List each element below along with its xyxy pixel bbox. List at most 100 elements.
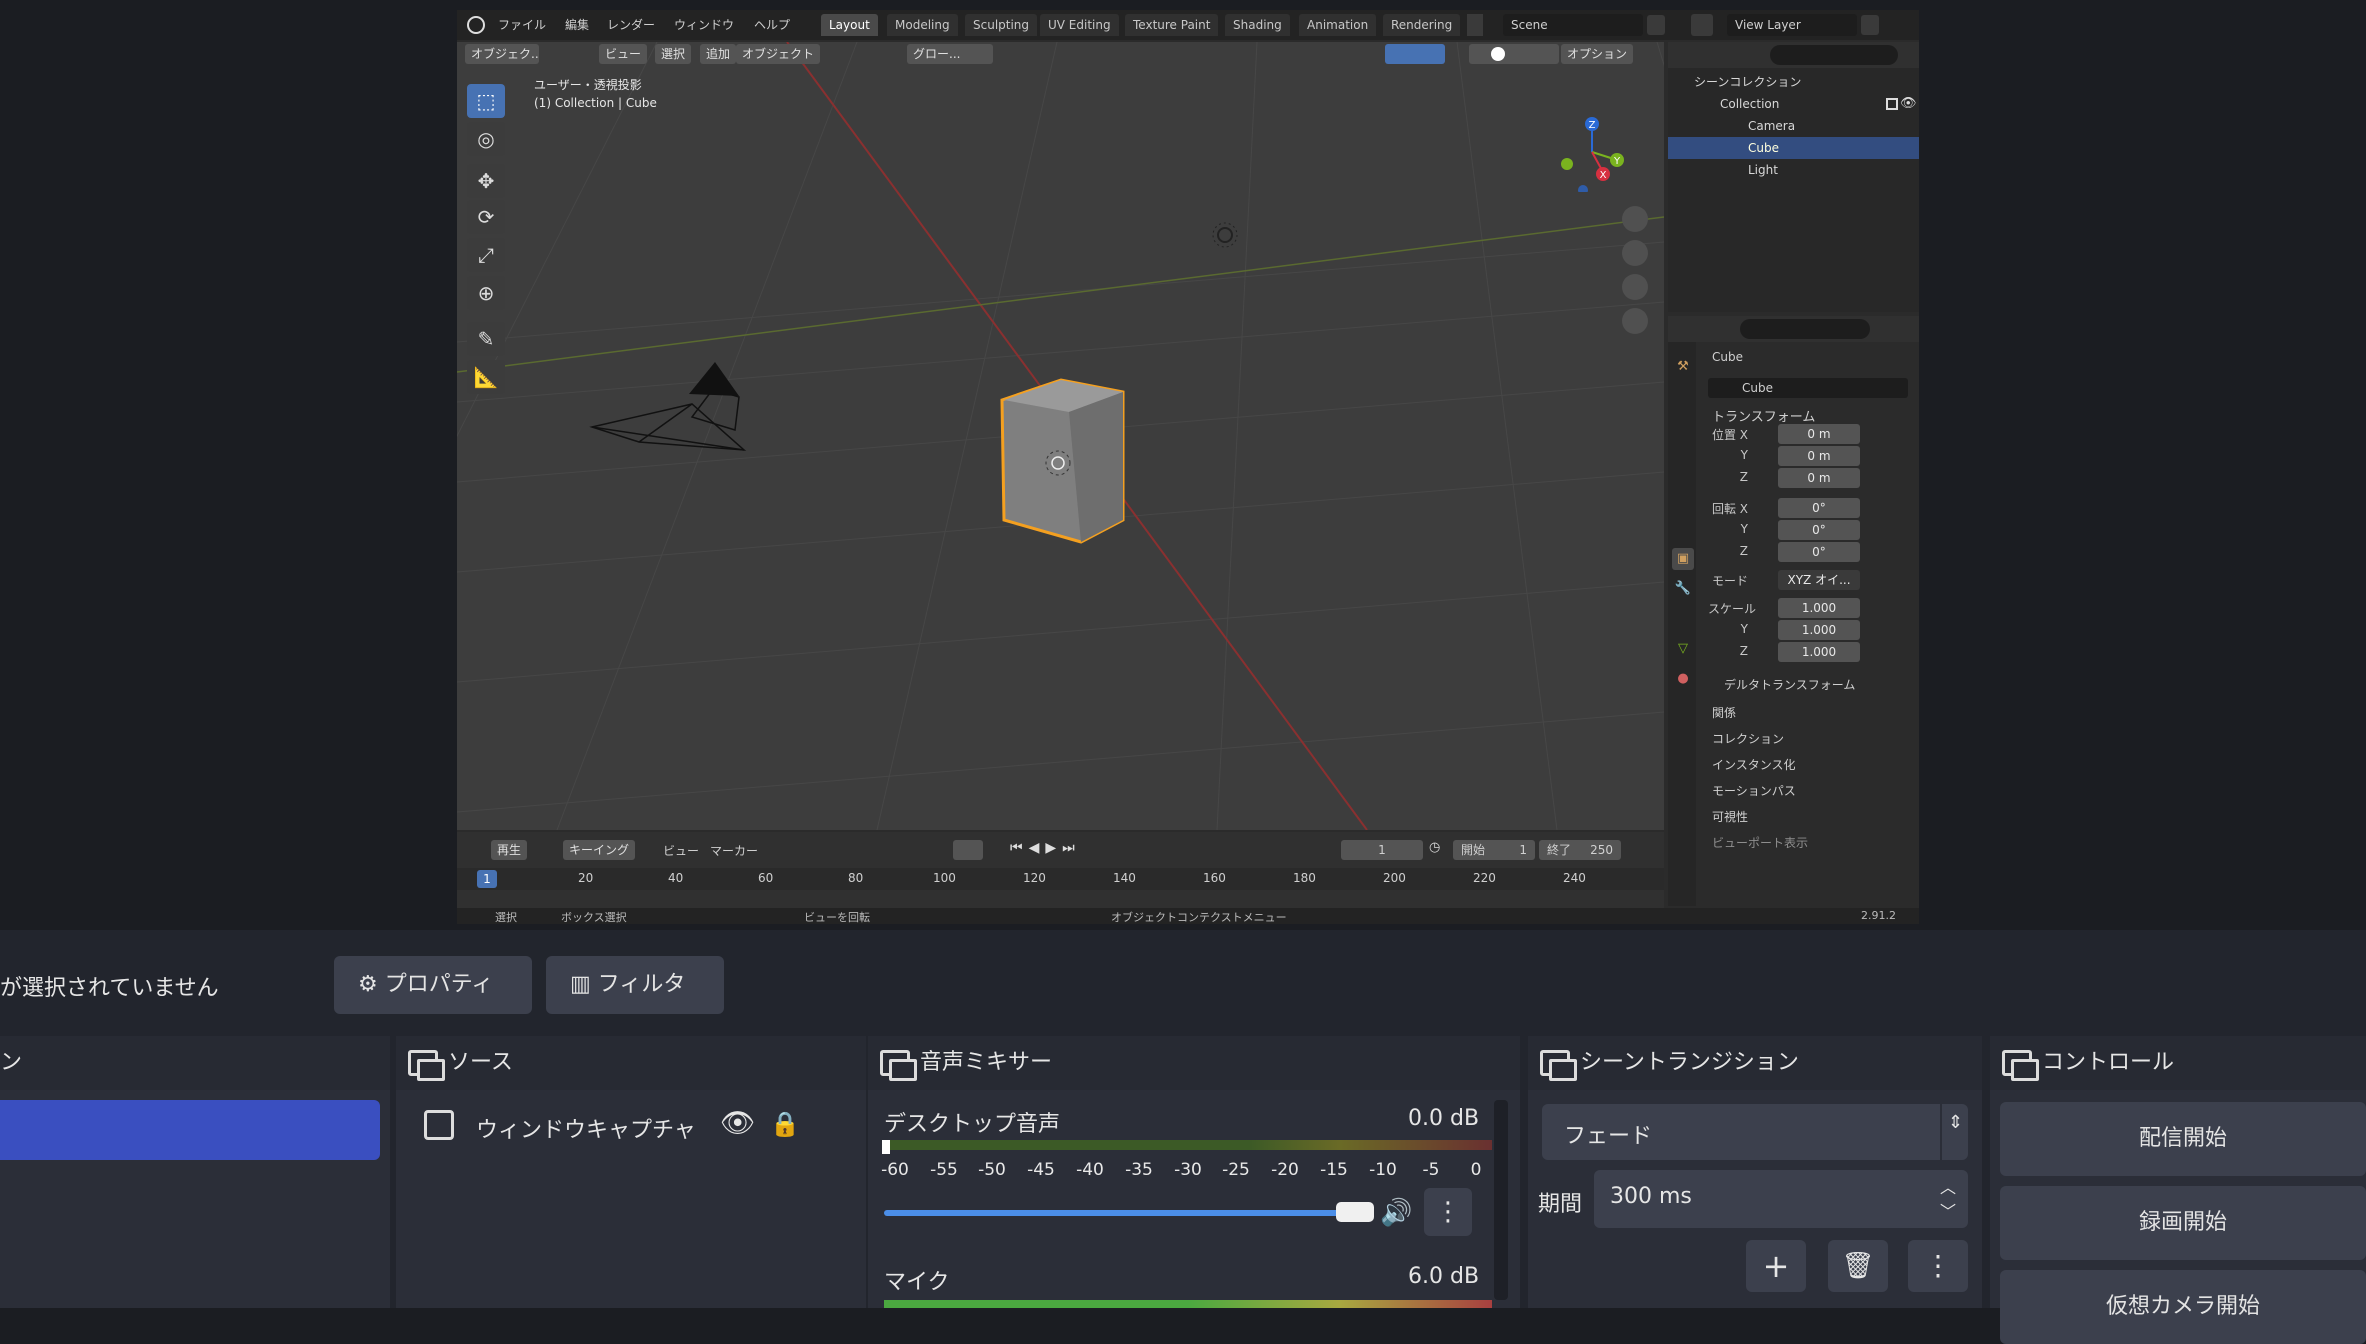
menu-edit[interactable]: 編集 bbox=[565, 16, 589, 33]
dock-float-icon[interactable] bbox=[2002, 1050, 2039, 1081]
cursor-tool-icon[interactable]: ◎ bbox=[467, 122, 505, 156]
menu-window[interactable]: ウィンドウ bbox=[674, 16, 734, 33]
scale-x-field[interactable]: 1.000 bbox=[1778, 598, 1860, 618]
timeline-ruler[interactable]: 1 20 40 60 80 100 120 140 160 180 200 22… bbox=[457, 868, 1664, 890]
menu-render[interactable]: レンダー bbox=[607, 16, 655, 33]
scene-list-item-selected[interactable] bbox=[0, 1100, 380, 1160]
trash-icon[interactable]: 🗑 bbox=[1828, 1240, 1888, 1292]
instancing-section[interactable]: インスタンス化 bbox=[1712, 756, 1796, 773]
properties-button[interactable]: ⚙ プロパティ bbox=[334, 956, 532, 1014]
new-scene-icon[interactable] bbox=[1647, 15, 1665, 35]
rotation-mode-dropdown[interactable]: XYZ オイ... bbox=[1778, 570, 1860, 590]
scale-z-field[interactable]: 1.000 bbox=[1778, 642, 1860, 662]
transform-orientation-dropdown[interactable]: グロー... bbox=[907, 44, 993, 64]
playhead[interactable]: 1 bbox=[477, 870, 497, 888]
end-frame-field[interactable]: 終了 250 bbox=[1539, 840, 1621, 860]
scale-y-field[interactable]: 1.000 bbox=[1778, 620, 1860, 640]
viewport-3d[interactable]: オブジェク.. ビュー 選択 追加 オブジェクト ユーザー・透視投影 (1) C… bbox=[457, 42, 1664, 830]
location-x-field[interactable]: 0 m bbox=[1778, 424, 1860, 444]
motion-paths-section[interactable]: モーションパス bbox=[1712, 782, 1796, 799]
rotation-y-field[interactable]: 0° bbox=[1778, 520, 1860, 540]
tab-animation[interactable]: Animation bbox=[1299, 14, 1377, 36]
filters-button[interactable]: ▥ フィルタ bbox=[546, 956, 724, 1014]
transform-tool-icon[interactable]: ⊕ bbox=[467, 276, 505, 310]
properties-search-input[interactable] bbox=[1740, 319, 1870, 339]
move-tool-icon[interactable]: ✥ bbox=[467, 164, 505, 198]
start-streaming-button[interactable]: 配信開始 bbox=[2000, 1102, 2366, 1176]
outliner-item-cube[interactable]: Cube bbox=[1748, 138, 1779, 158]
start-recording-button[interactable]: 録画開始 bbox=[2000, 1186, 2366, 1260]
eye-icon[interactable]: 👁 bbox=[1900, 96, 1917, 111]
dock-float-icon[interactable] bbox=[880, 1050, 917, 1081]
tool-tab-icon[interactable]: ⚒ bbox=[1672, 356, 1694, 378]
view-layer-selector[interactable]: View Layer bbox=[1727, 14, 1857, 36]
volume-slider-handle[interactable] bbox=[1336, 1202, 1374, 1222]
transform-section[interactable]: トランスフォーム bbox=[1712, 406, 1815, 425]
object-name-field[interactable]: Cube bbox=[1708, 378, 1908, 398]
pan-hand-icon[interactable] bbox=[1622, 240, 1648, 266]
visibility-section[interactable]: 可視性 bbox=[1712, 808, 1748, 825]
menu-file[interactable]: ファイル bbox=[498, 16, 546, 33]
select-box-tool-icon[interactable]: ⬚ bbox=[467, 84, 505, 118]
menu-help[interactable]: ヘルプ bbox=[754, 16, 790, 33]
options-dropdown[interactable]: オプション bbox=[1561, 44, 1634, 64]
duration-spinbox[interactable]: 300 ms ︿ ﹀ bbox=[1594, 1170, 1968, 1228]
menu-add[interactable]: 追加 bbox=[700, 44, 737, 64]
dock-float-icon[interactable] bbox=[408, 1050, 445, 1081]
ortho-grid-icon[interactable] bbox=[1622, 308, 1648, 334]
start-virtual-camera-button[interactable]: 仮想カメラ開始 bbox=[2000, 1270, 2366, 1344]
view-layer-icon[interactable] bbox=[1691, 14, 1713, 36]
annotate-tool-icon[interactable]: ✎ bbox=[467, 322, 505, 356]
rotate-tool-icon[interactable]: ⟳ bbox=[467, 200, 505, 234]
tab-rendering[interactable]: Rendering bbox=[1383, 14, 1461, 36]
material-tab-icon[interactable]: ● bbox=[1672, 668, 1694, 690]
menu-view[interactable]: ビュー bbox=[599, 44, 648, 64]
solid-shading-icon[interactable] bbox=[1491, 47, 1505, 61]
add-transition-icon[interactable]: + bbox=[1746, 1240, 1806, 1292]
marker-menu[interactable]: マーカー bbox=[710, 842, 758, 859]
playback-menu[interactable]: 再生 bbox=[491, 840, 528, 860]
collection-checkbox[interactable] bbox=[1886, 98, 1898, 110]
outliner-item-camera[interactable]: Camera bbox=[1748, 116, 1795, 136]
tab-shading[interactable]: Shading bbox=[1225, 14, 1290, 36]
tab-sculpting[interactable]: Sculpting bbox=[965, 14, 1038, 36]
current-frame-field[interactable]: 1 bbox=[1341, 840, 1423, 860]
tab-texture-paint[interactable]: Texture Paint bbox=[1125, 14, 1219, 36]
outliner-collection[interactable]: Collection bbox=[1720, 94, 1779, 114]
lock-icon[interactable]: 🔒 bbox=[770, 1110, 800, 1138]
stopwatch-icon[interactable]: ◷ bbox=[1429, 840, 1449, 860]
delta-transform-section[interactable]: デルタトランスフォーム bbox=[1724, 676, 1855, 693]
playback-controls[interactable]: ⏮◀▶⏭ bbox=[1010, 840, 1150, 860]
location-z-field[interactable]: 0 m bbox=[1778, 468, 1860, 488]
menu-select[interactable]: 選択 bbox=[655, 44, 692, 64]
source-item-label[interactable]: ウィンドウキャプチャ bbox=[476, 1112, 696, 1144]
location-y-field[interactable]: 0 m bbox=[1778, 446, 1860, 466]
rotation-x-field[interactable]: 0° bbox=[1778, 498, 1860, 518]
zoom-icon[interactable] bbox=[1622, 206, 1648, 232]
decrement-icon[interactable]: ﹀ bbox=[1940, 1198, 1956, 1222]
scene-selector[interactable]: Scene bbox=[1503, 14, 1643, 36]
mode-dropdown[interactable]: オブジェク.. bbox=[465, 44, 539, 64]
relations-section[interactable]: 関係 bbox=[1712, 704, 1736, 721]
visibility-eye-icon[interactable]: 👁 bbox=[720, 1106, 756, 1139]
viewport-display-section[interactable]: ビューポート表示 bbox=[1712, 834, 1808, 851]
desktop-volume-slider[interactable] bbox=[884, 1210, 1354, 1216]
scale-tool-icon[interactable]: ⤢ bbox=[467, 238, 505, 272]
camera-view-icon[interactable] bbox=[1622, 274, 1648, 300]
dock-float-icon[interactable] bbox=[1540, 1050, 1577, 1081]
transition-select[interactable]: フェード ⇕ bbox=[1542, 1104, 1968, 1160]
outliner-scene-collection[interactable]: シーンコレクション bbox=[1694, 72, 1801, 92]
start-frame-field[interactable]: 開始 1 bbox=[1453, 840, 1535, 860]
tab-modeling[interactable]: Modeling bbox=[887, 14, 958, 36]
record-icon[interactable] bbox=[953, 840, 983, 860]
tab-layout[interactable]: Layout bbox=[821, 14, 878, 36]
measure-tool-icon[interactable]: 📐 bbox=[467, 360, 505, 394]
new-view-layer-icon[interactable] bbox=[1861, 15, 1879, 35]
collections-section[interactable]: コレクション bbox=[1712, 730, 1784, 747]
overlay-toggle-icon[interactable] bbox=[1385, 44, 1445, 64]
shading-buttons[interactable] bbox=[1469, 44, 1559, 64]
increment-icon[interactable]: ︿ bbox=[1940, 1174, 1956, 1198]
keying-menu[interactable]: キーイング bbox=[563, 840, 636, 860]
mixer-scrollbar[interactable] bbox=[1494, 1100, 1508, 1300]
tab-uv-editing[interactable]: UV Editing bbox=[1040, 14, 1119, 36]
